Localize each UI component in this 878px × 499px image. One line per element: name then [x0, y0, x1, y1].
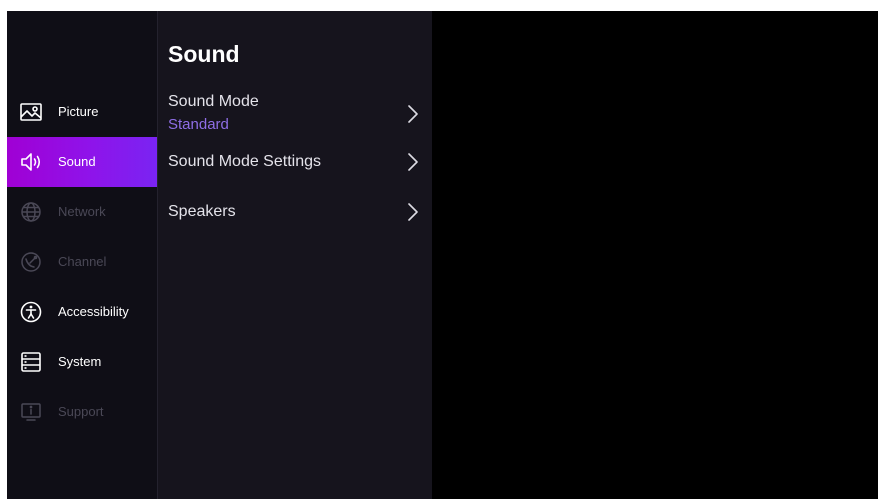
menu-item-sound-mode[interactable]: Sound Mode Standard — [158, 91, 432, 137]
server-icon — [19, 350, 43, 374]
picture-icon — [19, 100, 43, 124]
sidebar-item-label: System — [58, 354, 102, 369]
satellite-dish-icon — [19, 250, 43, 274]
globe-icon — [19, 200, 43, 224]
settings-sidebar: Picture Sound Network Channel Accessibil… — [7, 11, 158, 499]
menu-item-title: Sound Mode Settings — [168, 153, 321, 170]
menu-item-sound-mode-settings[interactable]: Sound Mode Settings — [158, 149, 432, 195]
speaker-icon — [19, 150, 43, 174]
content-preview-area — [432, 11, 878, 499]
sidebar-item-system[interactable]: System — [7, 337, 157, 387]
sidebar-item-picture[interactable]: Picture — [7, 87, 157, 137]
menu-item-speakers[interactable]: Speakers — [158, 199, 432, 245]
tv-screen: Picture Sound Network Channel Accessibil… — [7, 11, 878, 499]
sidebar-item-label: Network — [58, 204, 106, 219]
sidebar-item-label: Support — [58, 404, 104, 419]
sidebar-item-accessibility[interactable]: Accessibility — [7, 287, 157, 337]
menu-item-value: Standard — [168, 116, 229, 133]
accessibility-icon — [19, 300, 43, 324]
sidebar-item-label: Picture — [58, 104, 99, 119]
page-title: Sound — [168, 41, 240, 67]
sidebar-item-label: Channel — [58, 254, 107, 269]
chevron-right-icon — [407, 105, 419, 123]
menu-item-title: Speakers — [168, 203, 236, 220]
info-screen-icon — [19, 400, 43, 424]
sidebar-item-label: Sound — [58, 154, 96, 169]
sidebar-item-label: Accessibility — [58, 304, 129, 319]
chevron-right-icon — [407, 203, 419, 221]
sidebar-item-channel[interactable]: Channel — [7, 237, 157, 287]
sidebar-item-sound[interactable]: Sound — [7, 137, 157, 187]
sidebar-item-network[interactable]: Network — [7, 187, 157, 237]
menu-item-title: Sound Mode — [168, 93, 259, 110]
sidebar-item-support[interactable]: Support — [7, 387, 157, 437]
sound-submenu: Sound Sound Mode Standard Sound Mode Set… — [158, 11, 432, 499]
chevron-right-icon — [407, 153, 419, 171]
